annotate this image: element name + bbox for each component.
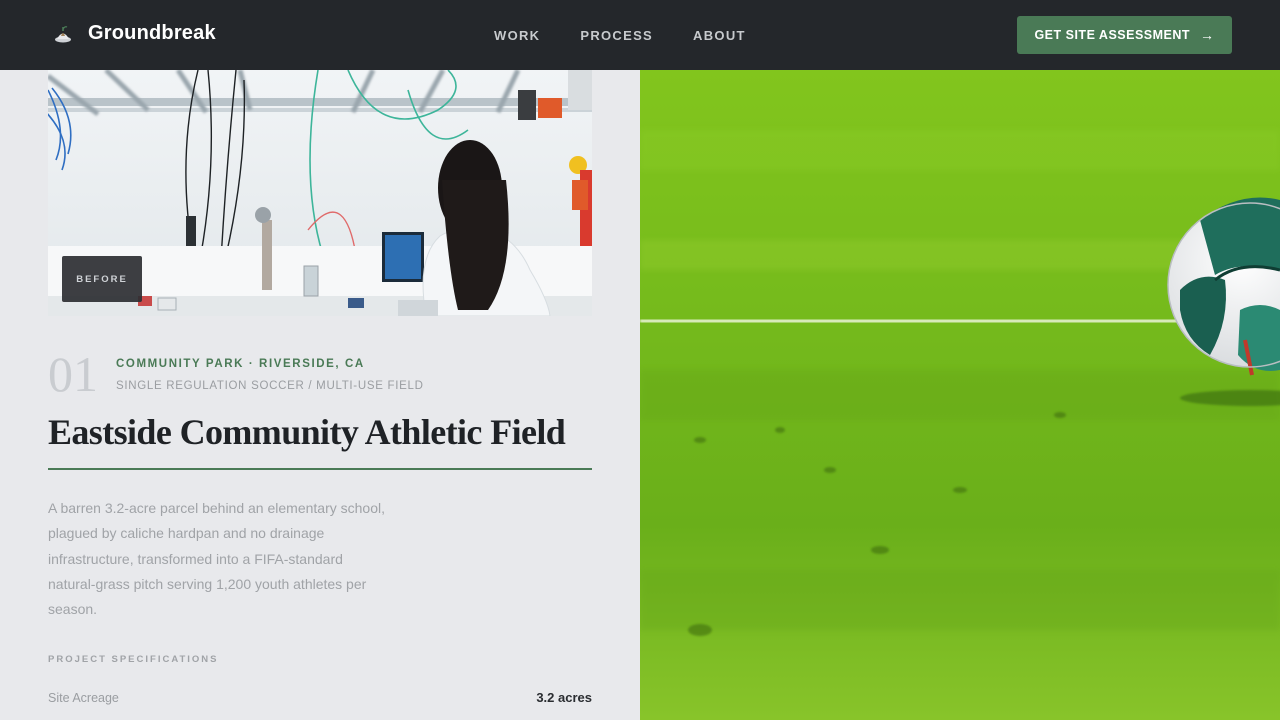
specs-heading: PROJECT SPECIFICATIONS: [48, 654, 219, 665]
spec-value: 3.2 acres: [536, 690, 592, 705]
brand-name: Groundbreak: [88, 22, 216, 44]
before-photo: BEFORE: [48, 70, 592, 316]
after-photo: [640, 70, 1280, 720]
nav-link-about[interactable]: ABOUT: [693, 28, 746, 43]
project-detail-panel: BEFORE 01 COMMUNITY PARK · RIVERSIDE, CA…: [0, 70, 640, 720]
project-meta: 01 COMMUNITY PARK · RIVERSIDE, CA SINGLE…: [48, 346, 608, 404]
spec-row: Site Acreage 3.2 acres: [48, 690, 592, 705]
cta-label: GET SITE ASSESSMENT: [1034, 28, 1191, 42]
nav-links: WORK PROCESS ABOUT: [494, 28, 786, 43]
project-description: A barren 3.2-acre parcel behind an eleme…: [48, 500, 385, 618]
nav-link-process[interactable]: PROCESS: [580, 28, 653, 43]
project-number: 01: [48, 346, 98, 402]
brand-home-link[interactable]: Groundbreak: [52, 22, 216, 45]
soccer-field-image: [640, 70, 1280, 720]
before-badge: BEFORE: [62, 256, 142, 302]
top-nav: Groundbreak WORK PROCESS ABOUT GET SITE …: [0, 0, 1280, 70]
arrow-right-icon: →: [1200, 27, 1215, 43]
project-location: COMMUNITY PARK · RIVERSIDE, CA: [116, 358, 365, 370]
get-site-assessment-button[interactable]: GET SITE ASSESSMENT →: [1017, 16, 1232, 54]
project-type: SINGLE REGULATION SOCCER / MULTI-USE FIE…: [116, 380, 424, 392]
logo-icon: [55, 25, 71, 42]
project-title: Eastside Community Athletic Field: [48, 412, 566, 452]
spec-label: Site Acreage: [48, 690, 119, 705]
title-divider: [48, 468, 592, 470]
nav-link-work[interactable]: WORK: [494, 28, 540, 43]
